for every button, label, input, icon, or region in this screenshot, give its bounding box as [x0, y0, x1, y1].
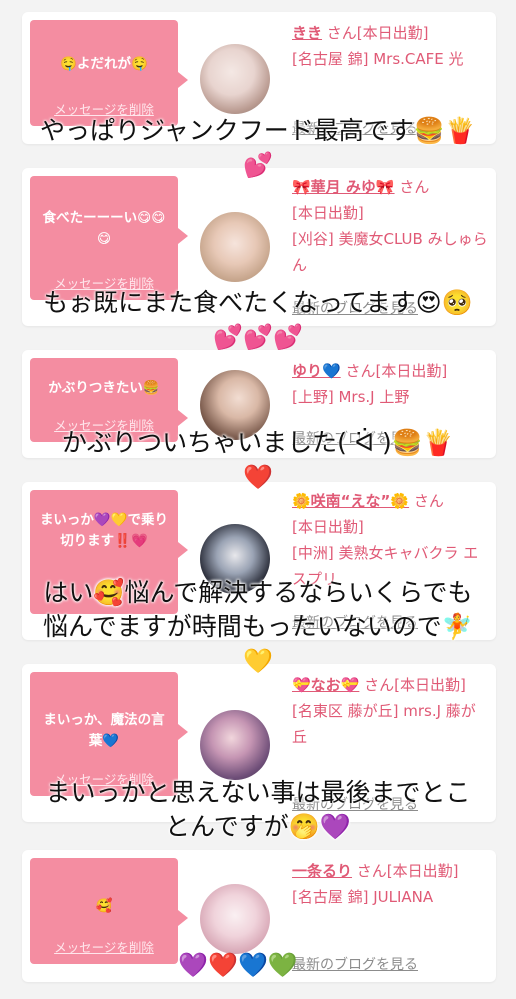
cast-name-link[interactable]: ゆり💙: [292, 362, 341, 380]
overlay-caption: もぉ既にまた食べたくなってます😍🥺: [43, 288, 473, 317]
cast-name-link[interactable]: 🌼咲南“えな”🌼: [292, 492, 409, 510]
overlay-emoji: ❤️: [243, 463, 273, 491]
cast-name-link[interactable]: 一条るり: [292, 862, 352, 880]
cast-status: [本日出勤]: [292, 518, 364, 536]
cast-info: きき さん[本日出勤] [名古屋 錦] Mrs.CAFE 光: [292, 20, 490, 72]
overlay-emoji: 💕💕💕: [213, 323, 303, 351]
shop-name: [名東区 藤が丘] mrs.J 藤が丘: [292, 702, 476, 746]
overlay-caption: かぶりついちゃいました( ᐛ )🍔🍟: [61, 428, 455, 457]
cast-suffix: さん: [399, 178, 430, 196]
shop-name: [刈谷] 美魔女CLUB みしゅらん: [292, 230, 488, 274]
cast-name-link[interactable]: 🎀華月 みゆ🎀: [292, 178, 395, 196]
overlay-emoji: 💜❤️💙💚: [178, 951, 298, 979]
cast-status: さん[本日出勤]: [364, 676, 466, 694]
cast-info: 🌼咲南“えな”🌼 さん [本日出勤] [中洲] 美熟女キャバクラ エスプリ: [292, 488, 490, 592]
shop-name: [名古屋 錦] JULIANA: [292, 888, 434, 906]
message-text: 🥰: [95, 898, 113, 914]
overlay-emoji: 💛: [243, 647, 273, 675]
overlay-caption: 悩んでますが時間もったいないので🧚: [43, 612, 473, 641]
message-text: かぶりつきたい🍔: [48, 380, 160, 396]
cast-status: さん[本日出勤]: [326, 24, 429, 42]
message-text: 🤤よだれが🤤: [60, 56, 148, 72]
message-text: まいっか、魔法の言葉💙: [43, 712, 165, 749]
overlay-caption: やっぱりジャンクフード最高です🍔🍟: [39, 116, 476, 145]
message-text: 食べたーーーい😋😋😋: [42, 210, 166, 247]
overlay-emoji: 💕: [243, 151, 273, 179]
message-bubble: 🤤よだれが🤤 メッセージを削除: [30, 20, 188, 126]
cast-status: さん[本日出勤]: [356, 862, 459, 880]
avatar[interactable]: [200, 212, 270, 282]
cast-name-link[interactable]: 💝なお💝: [292, 676, 359, 694]
cast-info: ゆり💙 さん[本日出勤] [上野] Mrs.J 上野: [292, 358, 490, 410]
cast-info: 💝なお💝 さん[本日出勤] [名東区 藤が丘] mrs.J 藤が丘: [292, 672, 490, 750]
cast-info: 一条るり さん[本日出勤] [名古屋 錦] JULIANA: [292, 858, 490, 910]
shop-name: [上野] Mrs.J 上野: [292, 388, 410, 406]
avatar[interactable]: [200, 710, 270, 780]
avatar[interactable]: [200, 44, 270, 114]
cast-status: さん[本日出勤]: [345, 362, 448, 380]
overlay-caption: はい🥰悩んで解決するならいくらでも: [43, 578, 473, 607]
overlay-caption: とんですが🤭💜: [164, 812, 351, 841]
message-bubble: 🥰 メッセージを削除: [30, 858, 188, 964]
shop-name: [名古屋 錦] Mrs.CAFE 光: [292, 50, 464, 68]
cast-name-link[interactable]: きき: [292, 24, 322, 42]
message-bubble: 食べたーーーい😋😋😋 メッセージを削除: [30, 176, 188, 300]
cast-status: [本日出勤]: [292, 204, 364, 222]
cast-suffix: さん: [413, 492, 444, 510]
message-text: まいっか💜💛で乗り切ります‼️💗: [39, 512, 169, 549]
cast-info: 🎀華月 みゆ🎀 さん [本日出勤] [刈谷] 美魔女CLUB みしゅらん: [292, 174, 490, 278]
avatar[interactable]: [200, 884, 270, 954]
overlay-caption: まいっかと思えない事は最後までとこ: [45, 778, 471, 807]
